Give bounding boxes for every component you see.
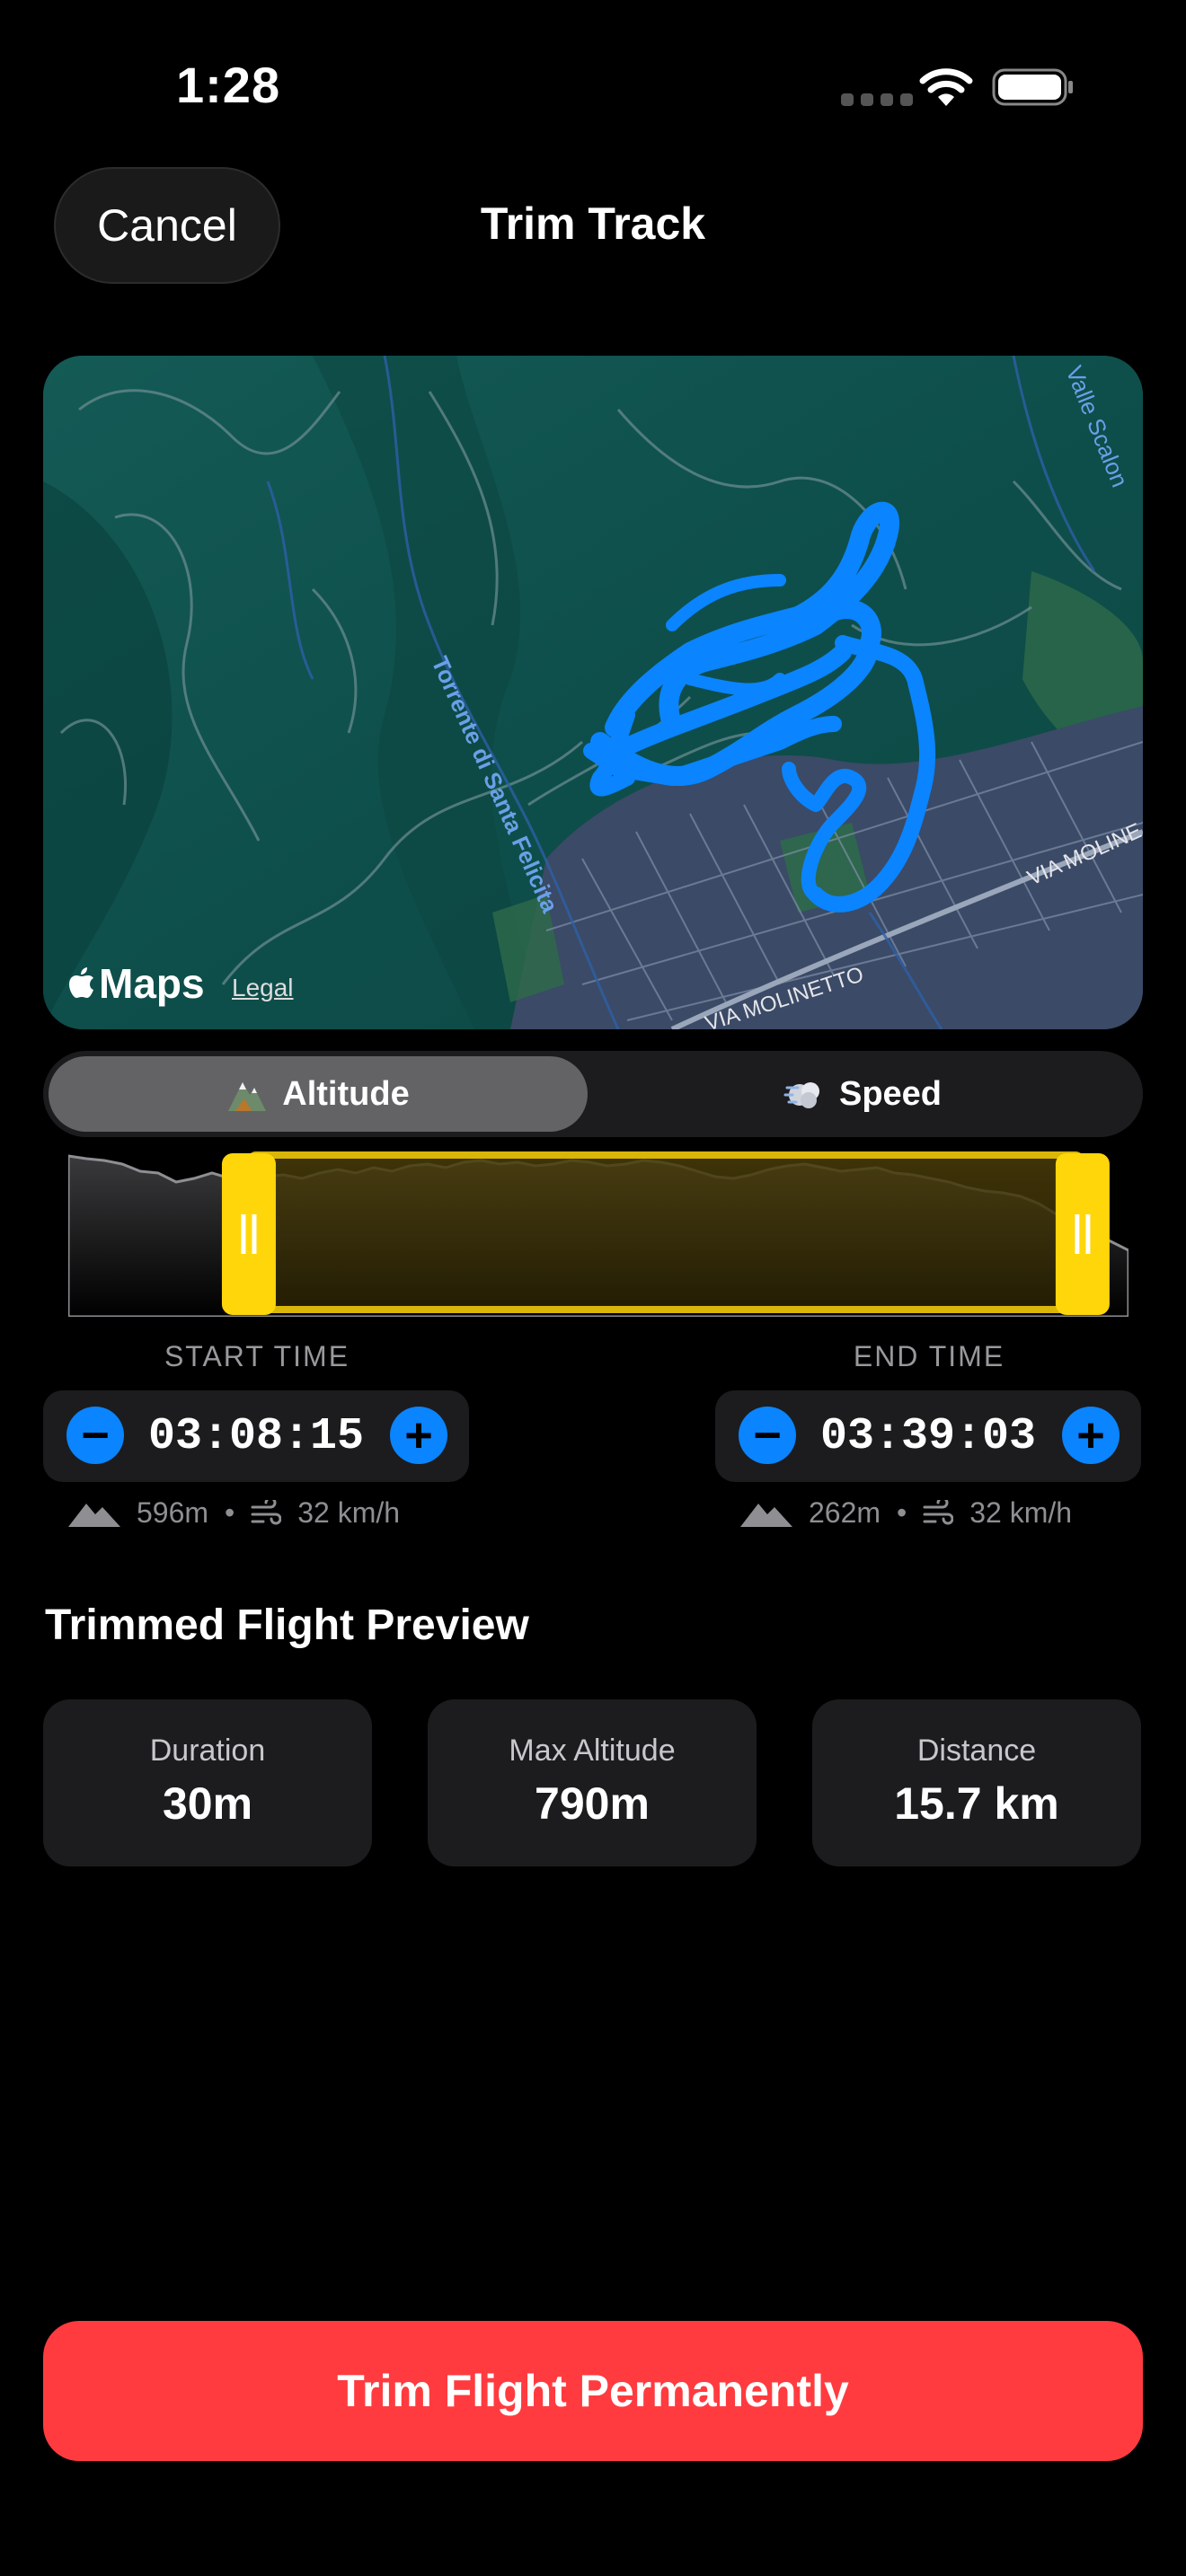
trim-selection-range [246, 1151, 1084, 1313]
start-time-increment-button[interactable]: + [390, 1407, 447, 1464]
flight-map[interactable]: Valle Scalon Torrente di Santa Felicita … [43, 356, 1143, 1029]
trim-flight-button[interactable]: Trim Flight Permanently [43, 2321, 1143, 2461]
wind-cloud-icon [783, 1082, 819, 1108]
start-time-stepper: − 03:08:15 + [43, 1390, 469, 1482]
wifi-icon [919, 68, 973, 106]
cellular-signal-icon [841, 93, 913, 106]
duration-label: Duration [149, 1734, 266, 1768]
mountain-icon [68, 1503, 120, 1527]
distance-card: Distance 15.7 km [812, 1699, 1141, 1866]
max-altitude-label: Max Altitude [509, 1734, 676, 1768]
mountain-icon [740, 1503, 792, 1527]
end-speed: 32 km/h [969, 1496, 1073, 1529]
duration-value: 30m [162, 1778, 253, 1829]
end-stats: 262m • 32 km/h [740, 1496, 1072, 1530]
separator-dot: • [897, 1496, 907, 1529]
legal-link[interactable]: Legal [232, 974, 294, 1002]
end-time-decrement-button[interactable]: − [739, 1407, 796, 1464]
max-altitude-card: Max Altitude 790m [428, 1699, 757, 1866]
start-time-label: START TIME [164, 1340, 350, 1372]
battery-icon [992, 68, 1073, 106]
mountain-icon [228, 1082, 267, 1111]
end-time-increment-button[interactable]: + [1062, 1407, 1120, 1464]
start-altitude: 596m [137, 1496, 209, 1529]
apple-maps-logo: Maps [68, 959, 205, 1008]
start-speed: 32 km/h [297, 1496, 401, 1529]
separator-dot: • [225, 1496, 235, 1529]
end-altitude: 262m [809, 1496, 881, 1529]
distance-label: Distance [916, 1734, 1037, 1768]
start-stats: 596m • 32 km/h [68, 1496, 400, 1530]
wind-icon [923, 1499, 954, 1524]
preview-section-title: Trimmed Flight Preview [45, 1601, 529, 1649]
segment-altitude-label: Altitude [282, 1074, 410, 1113]
trim-end-handle[interactable] [1055, 1153, 1110, 1315]
max-altitude-value: 790m [535, 1778, 650, 1829]
start-time-value: 03:08:15 [147, 1410, 365, 1462]
segment-altitude[interactable]: Altitude [49, 1056, 588, 1132]
apple-logo-icon [69, 967, 93, 998]
wind-icon [251, 1499, 282, 1524]
end-time-stepper: − 03:39:03 + [715, 1390, 1141, 1482]
segment-speed-label: Speed [838, 1074, 943, 1113]
end-time-value: 03:39:03 [819, 1410, 1037, 1462]
maps-brand-label: Maps [99, 960, 205, 1007]
status-time: 1:28 [176, 57, 281, 113]
segment-speed[interactable]: Speed [588, 1056, 1137, 1132]
duration-card: Duration 30m [43, 1699, 372, 1866]
distance-value: 15.7 km [894, 1778, 1059, 1829]
end-time-label: END TIME [853, 1340, 1005, 1372]
trim-start-handle[interactable] [221, 1153, 276, 1315]
start-time-decrement-button[interactable]: − [66, 1407, 124, 1464]
page-title: Trim Track [480, 198, 706, 249]
elevation-trim-strip[interactable] [66, 1151, 1130, 1319]
